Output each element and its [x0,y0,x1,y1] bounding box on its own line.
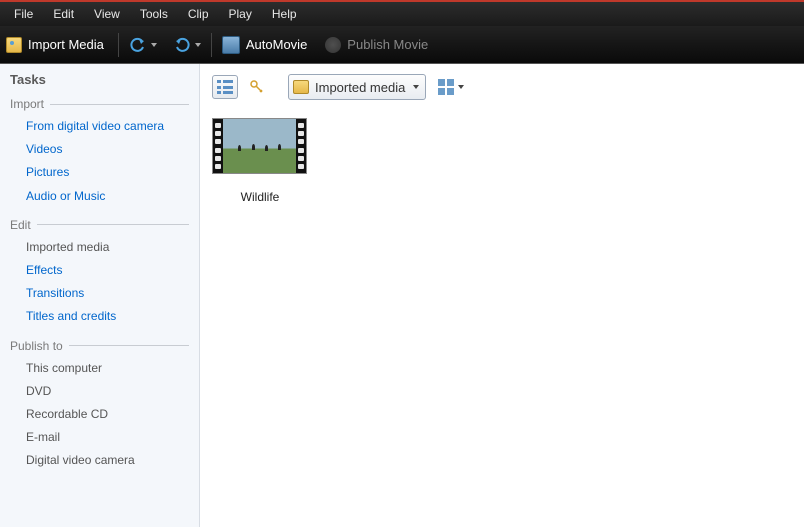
publish-movie-label: Publish Movie [343,37,432,52]
content-toolbar: Imported media [212,74,792,100]
menubar: File Edit View Tools Clip Play Help [0,2,804,26]
task-item[interactable]: From digital video camera [10,115,189,138]
chevron-down-icon [458,85,464,89]
task-item[interactable]: DVD [10,380,189,403]
main-area: Tasks Import From digital video cameraVid… [0,64,804,527]
task-group-label: Import [10,97,44,111]
import-media-button[interactable]: Import Media [6,37,108,53]
folder-icon [293,80,309,94]
menu-edit[interactable]: Edit [43,4,84,24]
clip-thumbnail [212,118,307,174]
chevron-down-icon [413,85,419,89]
divider [50,104,189,105]
menu-clip[interactable]: Clip [178,4,219,24]
content-pane: Imported media Wildlife [200,64,804,527]
task-group-header: Edit [10,218,189,232]
task-item[interactable]: Transitions [10,282,189,305]
task-group-header: Publish to [10,339,189,353]
menu-view[interactable]: View [84,4,130,24]
clip-label: Wildlife [212,190,308,204]
view-switcher[interactable] [438,79,464,95]
automovie-button[interactable]: AutoMovie [222,36,311,54]
publish-movie-icon [325,37,341,53]
divider [69,345,189,346]
task-item[interactable]: E-mail [10,426,189,449]
task-group-label: Publish to [10,339,63,353]
task-item[interactable]: Titles and credits [10,305,189,328]
publish-movie-button[interactable]: Publish Movie [325,37,432,53]
task-item[interactable]: Imported media [10,236,189,259]
task-item[interactable]: Digital video camera [10,449,189,472]
split-icon [249,79,265,95]
location-dropdown-label: Imported media [315,80,405,95]
automovie-label: AutoMovie [242,37,311,52]
task-item[interactable]: Videos [10,138,189,161]
toolbar-separator [118,33,119,57]
task-group-label: Edit [10,218,31,232]
redo-button[interactable] [173,36,201,54]
undo-button[interactable] [129,36,157,54]
menu-play[interactable]: Play [219,4,262,24]
task-item[interactable]: Audio or Music [10,185,189,208]
split-button[interactable] [244,75,270,99]
task-item[interactable]: Effects [10,259,189,282]
undo-icon [129,36,147,54]
details-icon [217,80,233,94]
toolbar-separator [211,33,212,57]
view-details-button[interactable] [212,75,238,99]
divider [37,224,189,225]
location-dropdown[interactable]: Imported media [288,74,426,100]
undo-dropdown-icon[interactable] [151,43,157,47]
menu-file[interactable]: File [4,4,43,24]
tasks-title: Tasks [10,72,189,87]
import-media-icon [6,37,22,53]
tasks-sidebar: Tasks Import From digital video cameraVid… [0,64,200,527]
thumbnails-icon [438,79,454,95]
menu-tools[interactable]: Tools [130,4,178,24]
clip-item[interactable]: Wildlife [212,118,308,204]
import-media-label: Import Media [24,37,108,52]
task-group-header: Import [10,97,189,111]
task-item[interactable]: This computer [10,357,189,380]
task-item[interactable]: Recordable CD [10,403,189,426]
task-item[interactable]: Pictures [10,161,189,184]
toolbar: Import Media AutoMovie Publish Movie [0,26,804,64]
redo-icon [173,36,191,54]
menu-help[interactable]: Help [262,4,307,24]
clips-area: Wildlife [212,118,792,204]
redo-dropdown-icon[interactable] [195,43,201,47]
automovie-icon [222,36,240,54]
